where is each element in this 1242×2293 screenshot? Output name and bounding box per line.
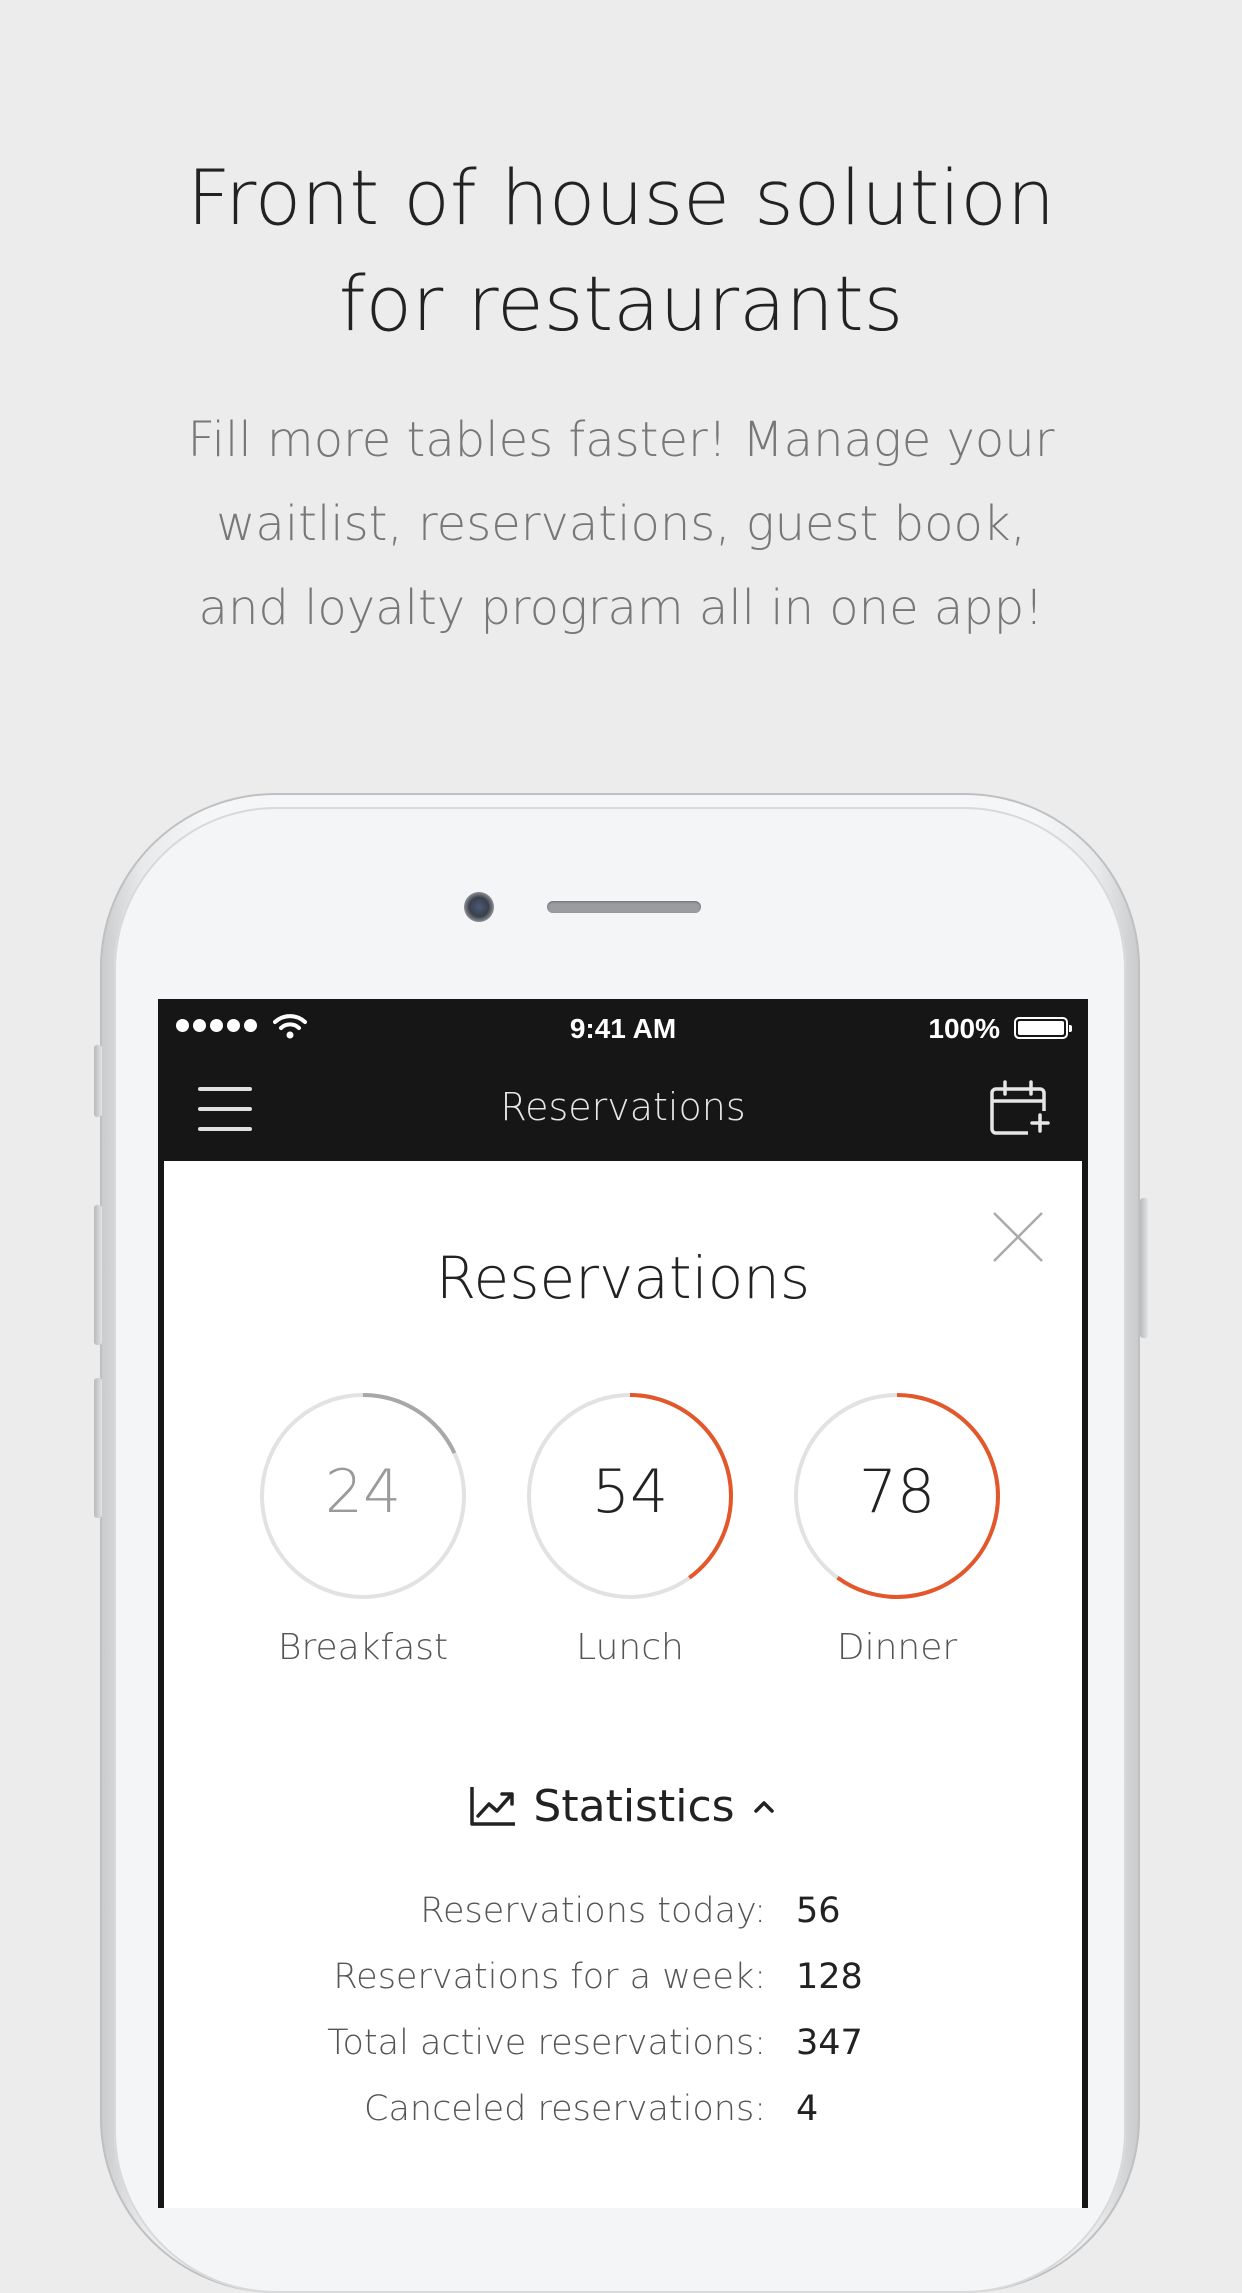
stat-row: Reservations for a week: 128 bbox=[164, 1957, 1082, 2023]
card-title: Reservations bbox=[435, 1244, 811, 1312]
gauge-count: 54 bbox=[591, 1457, 669, 1527]
chart-trend-icon bbox=[470, 1787, 516, 1826]
statistics-list: Reservations today: 56 Reservations for … bbox=[164, 1891, 1082, 2155]
mute-switch bbox=[94, 1045, 102, 1117]
calendar-add-icon[interactable] bbox=[988, 1079, 1052, 1139]
headline-line: Front of house solution bbox=[186, 153, 1056, 242]
app-screen: 9:41 AM 100% Reservations Reservations 2… bbox=[158, 999, 1088, 2208]
stat-label: Total active reservations: bbox=[327, 2023, 766, 2063]
gauge-label: Dinner bbox=[836, 1627, 958, 1668]
power-button bbox=[1140, 1198, 1148, 1338]
subheadline-line: and loyalty program all in one app! bbox=[198, 580, 1044, 636]
gauge-count: 78 bbox=[858, 1457, 936, 1527]
statistics-toggle[interactable]: Statistics bbox=[164, 1776, 1082, 1836]
dinner-gauge[interactable]: 78 Dinner bbox=[792, 1391, 1002, 1691]
stat-label: Canceled reservations: bbox=[364, 2089, 766, 2129]
stat-label: Reservations for a week: bbox=[333, 1957, 766, 1997]
chevron-up-icon bbox=[753, 1801, 774, 1813]
front-camera bbox=[464, 892, 494, 922]
stat-value: 347 bbox=[796, 2023, 863, 2063]
stat-row: Canceled reservations: 4 bbox=[164, 2089, 1082, 2155]
lunch-gauge[interactable]: 54 Lunch bbox=[525, 1391, 735, 1691]
gauge-label: Breakfast bbox=[277, 1627, 449, 1668]
nav-bar: Reservations bbox=[158, 1059, 1088, 1161]
volume-down-button bbox=[94, 1378, 102, 1518]
gauge-count: 24 bbox=[324, 1457, 402, 1527]
statistics-title: Statistics bbox=[533, 1780, 735, 1832]
reservations-card: Reservations 24 Breakfast 54 Lunch 78 Di… bbox=[164, 1161, 1082, 2208]
stat-row: Reservations today: 56 bbox=[164, 1891, 1082, 1957]
nav-title: Reservations bbox=[500, 1085, 746, 1129]
stat-value: 56 bbox=[796, 1891, 841, 1931]
stat-row: Total active reservations: 347 bbox=[164, 2023, 1082, 2089]
subheadline-line: Fill more tables faster! Manage your bbox=[187, 412, 1055, 468]
stat-label: Reservations today: bbox=[420, 1891, 766, 1931]
stat-value: 128 bbox=[796, 1957, 863, 1997]
volume-up-button bbox=[94, 1205, 102, 1345]
promo-subheadline: Fill more tables faster! Manage your wai… bbox=[0, 398, 1242, 650]
gauge-label: Lunch bbox=[576, 1627, 684, 1668]
status-bar: 9:41 AM 100% bbox=[158, 999, 1088, 1059]
promo-headline: Front of house solution for restaurants bbox=[0, 145, 1242, 357]
battery-percentage: 100% bbox=[928, 1013, 1000, 1044]
battery-icon bbox=[1014, 1017, 1072, 1039]
breakfast-gauge[interactable]: 24 Breakfast bbox=[258, 1391, 468, 1691]
stat-value: 4 bbox=[796, 2089, 819, 2129]
subheadline-line: waitlist, reservations, guest book, bbox=[216, 496, 1026, 552]
headline-line: for restaurants bbox=[338, 259, 904, 348]
earpiece-speaker bbox=[547, 901, 701, 913]
